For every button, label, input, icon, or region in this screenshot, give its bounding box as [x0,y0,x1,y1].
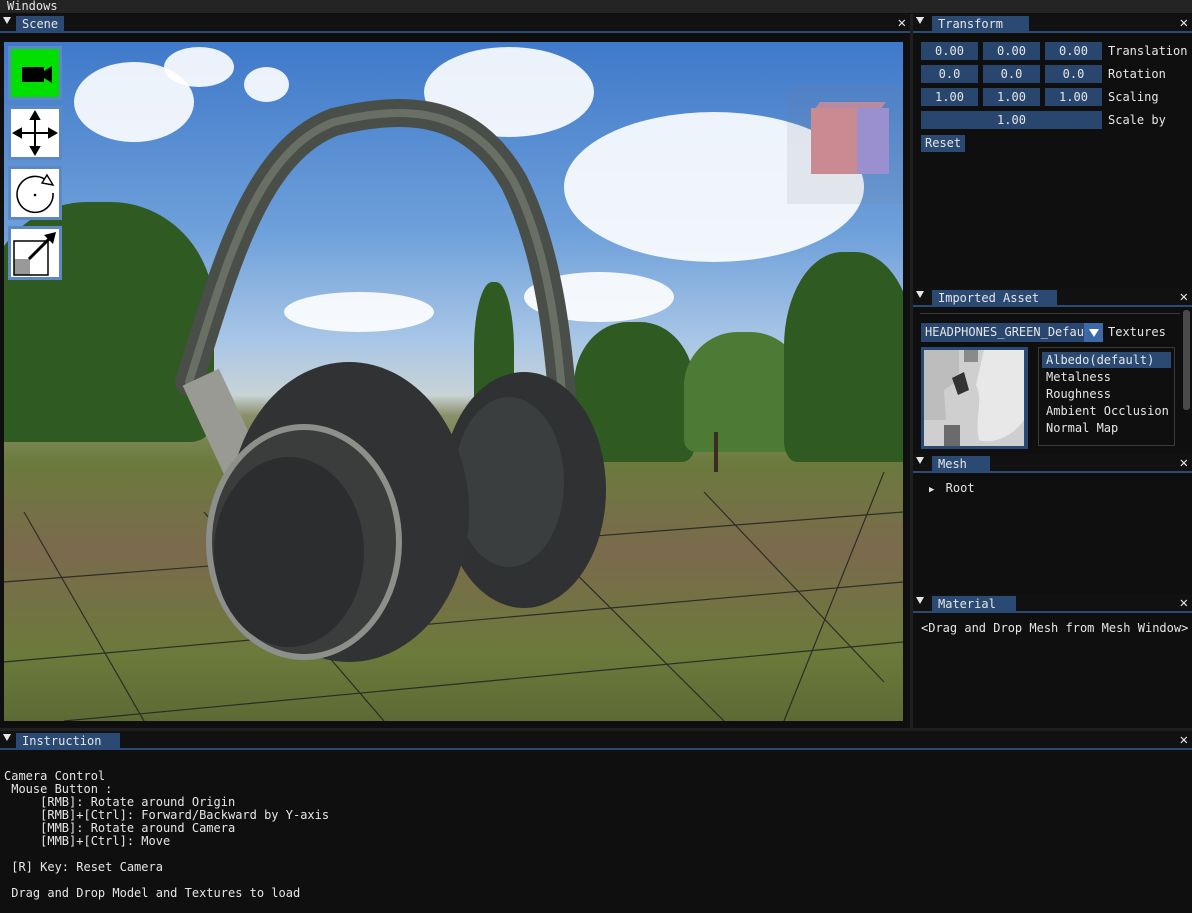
collapse-icon[interactable] [916,597,924,604]
camera-icon [22,66,52,83]
collapse-icon[interactable] [916,291,924,298]
scale-by-label: Scale by [1108,113,1166,127]
menu-windows[interactable]: Windows [7,0,58,13]
scaling-z-field[interactable]: 1.00 [1045,88,1102,106]
texture-item-albedo[interactable]: Albedo(default) [1042,352,1171,368]
move-arrows-icon [11,109,59,157]
material-tabbar: Material ✕ [913,594,1192,613]
translation-y-field[interactable]: 0.00 [983,42,1040,60]
rotation-x-field[interactable]: 0.0 [921,65,978,83]
material-drop-hint[interactable]: <Drag and Drop Mesh from Mesh Window> [921,619,1188,637]
tab-scene[interactable]: Scene [16,16,65,33]
collapse-bar-icon [916,17,924,18]
material-panel: Material ✕ [913,594,1192,730]
texture-item-ambient-occlusion[interactable]: Ambient Occlusion [1042,403,1171,419]
texture-item-roughness[interactable]: Roughness [1042,386,1171,402]
view-gizmo-cube[interactable] [787,86,903,204]
expand-arrow-icon[interactable]: ▶ [929,485,934,495]
rotation-z-field[interactable]: 0.0 [1045,65,1102,83]
tab-imported-asset[interactable]: Imported Asset [932,290,1057,307]
instruction-tabbar: Instruction ✕ [0,731,1192,750]
instruction-line: [MMB]+[Ctrl]: Move [4,834,171,848]
textures-label: Textures [1108,325,1166,339]
transform-tabbar: Transform ✕ [913,14,1192,33]
collapse-icon[interactable] [916,17,924,24]
camera-tool-button[interactable] [8,46,62,100]
translation-z-field[interactable]: 0.00 [1045,42,1102,60]
translation-label: Translation [1108,44,1188,58]
instruction-line: Drag and Drop Model and Textures to load [4,886,301,900]
texture-list: Albedo(default) Metalness Roughness Ambi… [1038,347,1175,446]
asset-select[interactable]: HEADPHONES_GREEN_Default [921,323,1103,342]
close-icon[interactable]: ✕ [1180,289,1188,305]
scale-tool-button[interactable] [8,226,62,280]
close-icon[interactable]: ✕ [1180,15,1188,31]
headphones-model [175,98,606,662]
collapse-icon[interactable] [3,17,11,24]
close-icon[interactable]: ✕ [1180,732,1188,748]
tab-material[interactable]: Material [932,596,1016,613]
instruction-line: [R] Key: Reset Camera [4,860,163,874]
rotate-icon [16,173,55,214]
mesh-tabbar: Mesh ✕ [913,454,1192,473]
texture-item-metalness[interactable]: Metalness [1042,369,1171,385]
vertical-splitter[interactable] [910,14,913,730]
cube-front-face [811,108,857,174]
rotation-label: Rotation [1108,67,1166,81]
reset-button[interactable]: Reset [921,135,966,152]
close-icon[interactable]: ✕ [1180,455,1188,471]
scaling-x-field[interactable]: 1.00 [921,88,978,106]
mesh-panel: Mesh ✕ [913,454,1192,590]
texture-map-image [924,350,1024,446]
translation-x-field[interactable]: 0.00 [921,42,978,60]
instruction-text: Camera Control Mouse Button : [RMB]: Rot… [4,757,329,913]
mesh-tree-root[interactable]: ▶ Root [929,479,975,499]
albedo-preview-image [924,350,1024,446]
scale-by-field[interactable]: 1.00 [921,111,1102,129]
rotate-tool-button[interactable] [8,166,62,220]
texture-item-normal-map[interactable]: Normal Map [1042,420,1171,436]
close-icon[interactable]: ✕ [898,15,906,31]
chevron-down-icon[interactable] [1084,323,1103,342]
tab-instruction[interactable]: Instruction [16,733,120,750]
collapse-icon[interactable] [916,457,924,464]
menu-bar: Windows [0,0,1192,13]
texture-thumbnail[interactable] [921,347,1028,449]
cube-side-face [857,108,889,174]
tab-transform[interactable]: Transform [932,16,1029,33]
tab-mesh[interactable]: Mesh [932,456,990,473]
scaling-label: Scaling [1108,90,1159,104]
scene-viewport[interactable] [4,42,903,721]
imported-separator [920,313,1180,314]
rotation-y-field[interactable]: 0.0 [983,65,1040,83]
scaling-y-field[interactable]: 1.00 [983,88,1040,106]
close-icon[interactable]: ✕ [1180,595,1188,611]
asset-select-value: HEADPHONES_GREEN_Default [925,325,1085,339]
scale-icon [13,232,56,276]
imported-asset-tabbar: Imported Asset ✕ [913,288,1192,307]
imported-asset-scrollbar[interactable] [1183,310,1190,410]
scene-tabbar: Scene ✕ [0,14,910,33]
move-tool-button[interactable] [8,106,62,160]
mesh-root-label: Root [945,481,975,495]
collapse-icon[interactable] [3,734,11,741]
